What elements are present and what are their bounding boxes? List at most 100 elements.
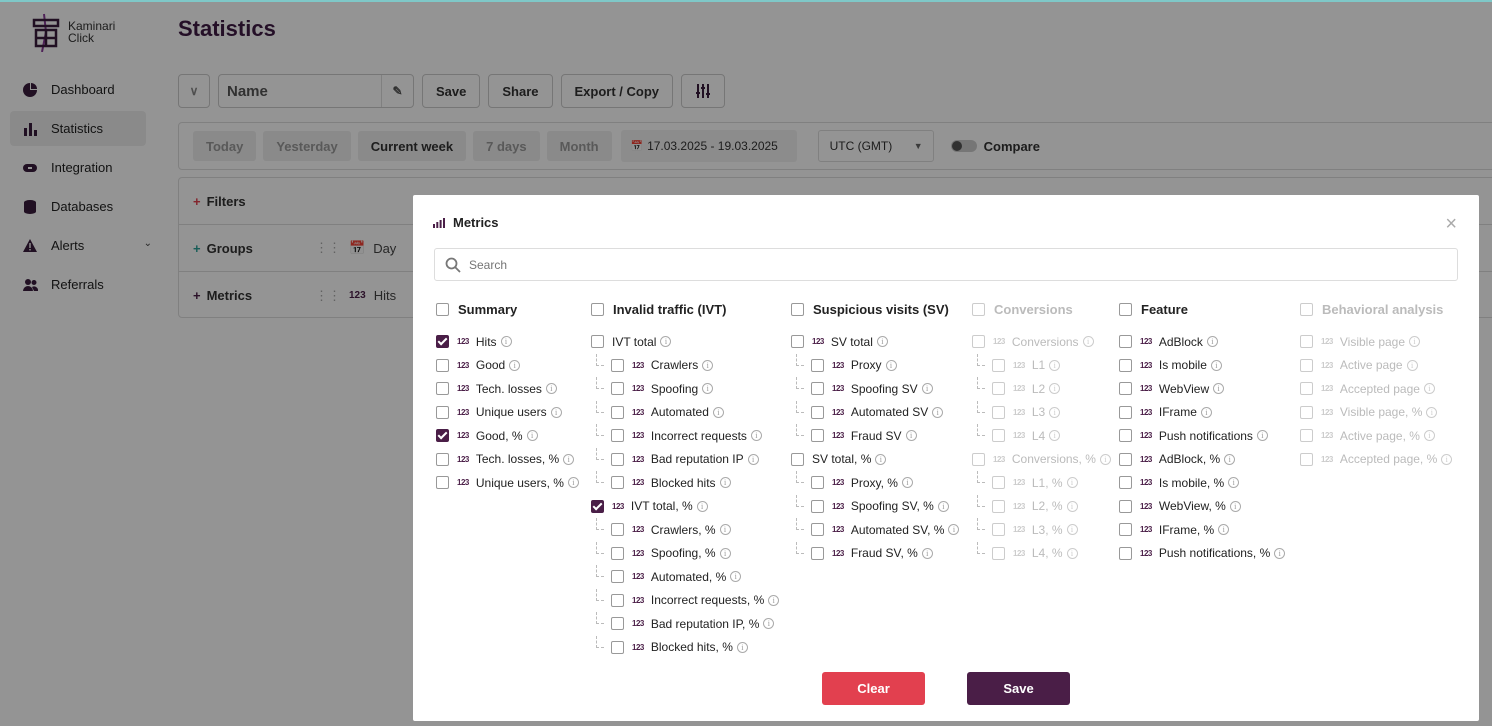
metric-column-header[interactable]: Summary <box>436 300 579 318</box>
metric-checkbox[interactable] <box>1119 499 1132 513</box>
metric-checkbox[interactable] <box>611 523 624 537</box>
metric-item-blocked-hits[interactable]: 123 Blocked hits, % i <box>591 635 779 660</box>
metric-item-automated-sv[interactable]: 123 Automated SV, % i <box>791 518 960 542</box>
metric-checkbox[interactable] <box>436 358 449 372</box>
metric-checkbox[interactable] <box>811 499 824 513</box>
metric-item-hits[interactable]: 123 Hits i <box>436 330 579 354</box>
metric-checkbox[interactable] <box>1119 382 1132 396</box>
metric-item-iframe[interactable]: 123 IFrame i <box>1119 401 1285 425</box>
metric-item-l3[interactable]: 123 L3, % i <box>972 518 1111 542</box>
info-icon[interactable]: i <box>1229 500 1241 512</box>
info-icon[interactable]: i <box>1066 500 1078 512</box>
info-icon[interactable]: i <box>1049 359 1061 371</box>
metric-item-adblock[interactable]: 123 AdBlock i <box>1119 330 1285 354</box>
info-icon[interactable]: i <box>1441 453 1453 465</box>
metric-checkbox[interactable] <box>611 429 624 443</box>
metric-item-good[interactable]: 123 Good i <box>436 354 579 378</box>
metric-item-tech-losses[interactable]: 123 Tech. losses, % i <box>436 448 579 472</box>
metric-checkbox[interactable] <box>1119 546 1132 560</box>
metric-checkbox[interactable] <box>1119 335 1132 349</box>
metric-checkbox[interactable] <box>811 405 824 419</box>
metric-item-l3[interactable]: 123 L3 i <box>972 400 1111 425</box>
info-icon[interactable]: i <box>905 430 917 442</box>
metric-checkbox[interactable] <box>591 335 604 349</box>
info-icon[interactable]: i <box>1256 430 1268 442</box>
info-icon[interactable]: i <box>1099 453 1111 465</box>
info-icon[interactable]: i <box>1406 359 1418 371</box>
info-icon[interactable]: i <box>1274 547 1286 559</box>
metric-checkbox[interactable] <box>1119 358 1132 372</box>
metric-item-webview[interactable]: 123 WebView, % i <box>1119 495 1285 519</box>
metric-checkbox[interactable] <box>436 476 449 490</box>
metric-checkbox[interactable] <box>1300 429 1313 443</box>
group-checkbox[interactable] <box>1300 302 1313 316</box>
info-icon[interactable]: i <box>1426 406 1438 418</box>
metric-column-header[interactable]: Feature <box>1119 300 1285 318</box>
info-icon[interactable]: i <box>937 500 949 512</box>
info-icon[interactable]: i <box>1049 383 1061 395</box>
info-icon[interactable]: i <box>875 453 887 465</box>
metric-checkbox[interactable] <box>611 382 624 396</box>
metric-item-automated[interactable]: 123 Automated i <box>591 400 779 425</box>
info-icon[interactable]: i <box>712 406 724 418</box>
info-icon[interactable]: i <box>921 547 933 559</box>
metric-item-push-notifications[interactable]: 123 Push notifications i <box>1119 424 1285 448</box>
metric-item-crawlers[interactable]: 123 Crawlers i <box>591 353 779 378</box>
info-icon[interactable]: i <box>1210 359 1222 371</box>
save-button[interactable]: Save <box>967 672 1070 705</box>
metric-checkbox[interactable] <box>992 382 1005 396</box>
info-icon[interactable]: i <box>500 336 512 348</box>
metric-checkbox[interactable] <box>611 593 624 607</box>
info-icon[interactable]: i <box>1200 406 1212 418</box>
metric-checkbox[interactable] <box>811 546 824 560</box>
metric-item-automated[interactable]: 123 Automated, % i <box>591 565 779 589</box>
group-checkbox[interactable] <box>972 302 985 316</box>
info-icon[interactable]: i <box>1049 406 1061 418</box>
metric-checkbox[interactable] <box>1300 382 1313 396</box>
metric-checkbox[interactable] <box>611 476 624 490</box>
metric-column-header[interactable]: Invalid traffic (IVT) <box>591 300 779 318</box>
metric-item-ivt-total[interactable]: 123 IVT total, % i <box>591 495 779 519</box>
metric-item-bad-reputation-ip[interactable]: 123 Bad reputation IP, % i <box>591 612 779 636</box>
metric-checkbox[interactable] <box>1300 358 1313 372</box>
info-icon[interactable]: i <box>1409 336 1421 348</box>
info-icon[interactable]: i <box>736 641 748 653</box>
metric-item-sv-total[interactable]: 123 SV total i <box>791 330 959 354</box>
metric-item-accepted-page[interactable]: 123 Accepted page i <box>1300 377 1452 401</box>
info-icon[interactable]: i <box>1218 524 1230 536</box>
info-icon[interactable]: i <box>719 547 731 559</box>
info-icon[interactable]: i <box>948 524 960 536</box>
info-icon[interactable]: i <box>763 618 775 630</box>
info-icon[interactable]: i <box>1082 336 1094 348</box>
metric-checkbox[interactable] <box>611 405 624 419</box>
metric-checkbox[interactable] <box>611 570 624 584</box>
info-icon[interactable]: i <box>509 359 521 371</box>
metric-column-header[interactable]: Conversions <box>972 300 1111 318</box>
info-icon[interactable]: i <box>1423 383 1435 395</box>
metric-item-good[interactable]: 123 Good, % i <box>436 424 579 448</box>
metric-checkbox[interactable] <box>1300 452 1313 466</box>
metric-checkbox[interactable] <box>791 452 804 466</box>
metric-item-ivt-total[interactable]: IVT total i <box>591 330 779 354</box>
metric-item-l2[interactable]: 123 L2, % i <box>972 494 1111 519</box>
metric-item-is-mobile[interactable]: 123 Is mobile, % i <box>1119 471 1285 495</box>
metric-item-webview[interactable]: 123 WebView i <box>1119 377 1285 401</box>
metric-checkbox[interactable] <box>992 546 1005 560</box>
metric-checkbox[interactable] <box>436 452 449 466</box>
metric-checkbox[interactable] <box>992 523 1005 537</box>
metric-checkbox[interactable] <box>611 617 624 631</box>
info-icon[interactable]: i <box>719 524 731 536</box>
metric-checkbox[interactable] <box>811 523 824 537</box>
metric-checkbox[interactable] <box>811 358 824 372</box>
metric-checkbox[interactable] <box>611 452 624 466</box>
info-icon[interactable]: i <box>719 477 731 489</box>
metric-item-active-page[interactable]: 123 Active page, % i <box>1300 424 1452 448</box>
metric-item-spoofing-sv[interactable]: 123 Spoofing SV i <box>791 377 959 401</box>
group-checkbox[interactable] <box>591 302 604 316</box>
info-icon[interactable]: i <box>702 383 714 395</box>
metric-item-tech-losses[interactable]: 123 Tech. losses i <box>436 377 579 401</box>
info-icon[interactable]: i <box>1066 477 1078 489</box>
info-icon[interactable]: i <box>1423 430 1435 442</box>
info-icon[interactable]: i <box>1206 336 1218 348</box>
close-icon[interactable]: × <box>1445 213 1457 236</box>
